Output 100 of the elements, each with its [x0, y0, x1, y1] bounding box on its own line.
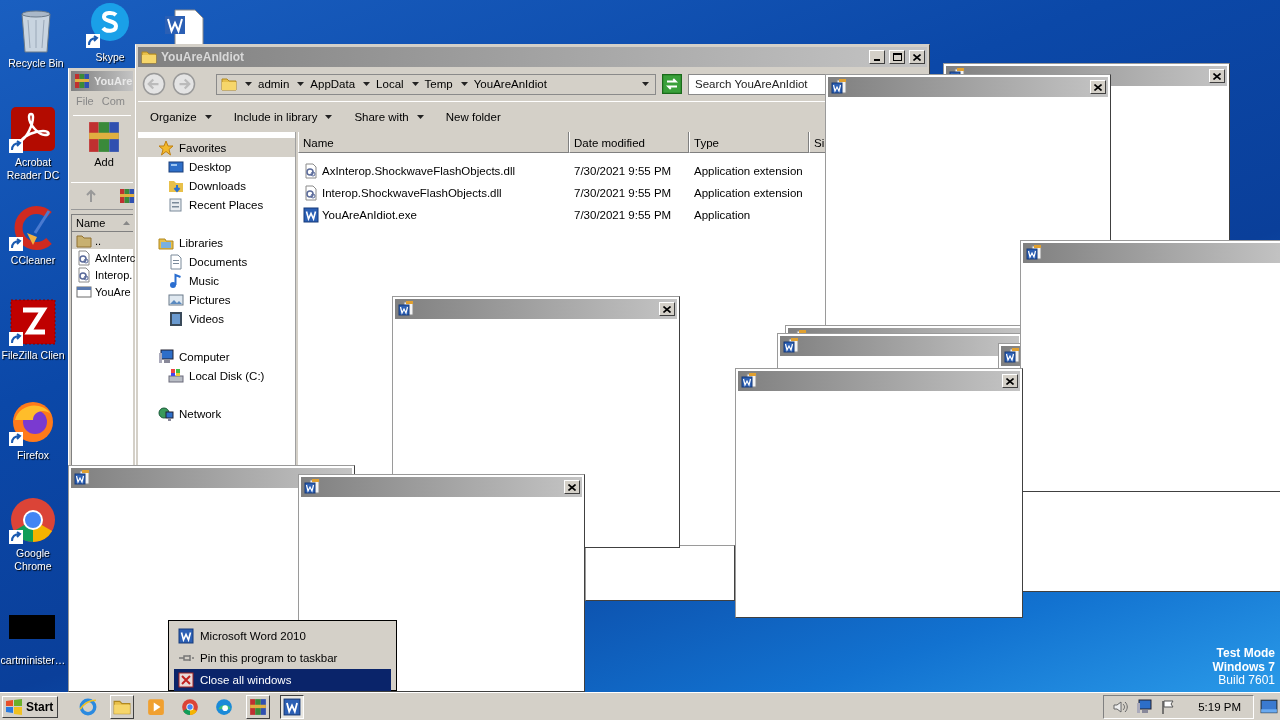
network-icon — [158, 405, 174, 422]
icon-label: Recycle Bin — [8, 57, 64, 70]
videos-icon — [168, 310, 184, 327]
nav-item[interactable]: Libraries — [138, 233, 295, 252]
close-button[interactable] — [659, 302, 675, 316]
close-button[interactable] — [564, 480, 580, 494]
folder-icon — [76, 232, 92, 249]
type-cell-text: Application extension — [693, 187, 804, 199]
word-icon — [831, 79, 847, 95]
network-icon — [1136, 698, 1153, 715]
menu-item[interactable]: Close all windows — [174, 669, 391, 691]
toolbar-button[interactable]: Include in library — [231, 111, 335, 123]
show-desktop-icon — [1260, 697, 1278, 716]
app-icon[interactable] — [9, 496, 57, 544]
add-button[interactable]: Add — [87, 120, 121, 168]
icon-label: Google Chrome — [13, 547, 53, 573]
nav-item[interactable]: Documents — [138, 252, 295, 271]
nav-item[interactable]: Music — [138, 271, 295, 290]
nav-item[interactable]: Videos — [138, 309, 295, 328]
nav-item[interactable]: Desktop — [138, 157, 295, 176]
archive-icon — [249, 697, 268, 716]
maximize-icon — [892, 53, 902, 61]
volume-icon — [1112, 698, 1129, 715]
column-header[interactable]: Date modified — [569, 132, 689, 153]
word-icon — [178, 628, 194, 644]
start-button[interactable]: Start — [2, 695, 59, 718]
word-icon — [783, 338, 799, 354]
close-icon — [663, 305, 671, 313]
icon-label: cartminister… — [0, 654, 66, 667]
breadcrumb[interactable]: Temp — [424, 78, 453, 90]
close-icon — [568, 483, 576, 491]
notice-text: Build 7601 — [1217, 674, 1275, 688]
winrar-icon — [87, 120, 121, 154]
toolbar-button[interactable]: Organize — [148, 111, 214, 123]
date-cell-text: 7/30/2021 9:55 PM — [573, 187, 673, 199]
icon-label: CCleaner — [10, 254, 56, 267]
type-cell-text: Application — [693, 209, 752, 221]
clock[interactable]: 5:19 PM — [1198, 700, 1241, 713]
winrar-icon — [74, 73, 90, 89]
chrome-icon — [181, 697, 200, 716]
toolbar-button[interactable]: Share with — [352, 111, 426, 123]
nav-item[interactable]: Computer — [138, 347, 295, 366]
dll-file-icon — [76, 249, 92, 266]
nav-item[interactable]: Pictures — [138, 290, 295, 309]
nav-item[interactable]: Downloads — [138, 176, 295, 195]
address-bar[interactable]: admin AppData Local Temp YouAreAnIdiot — [216, 73, 656, 95]
toolbar-button[interactable]: New folder — [443, 111, 503, 123]
back-icon — [142, 72, 166, 96]
file-row[interactable]: AxInterc — [72, 249, 133, 266]
minimize-button[interactable] — [869, 50, 885, 64]
browser-icon — [79, 697, 98, 716]
column-header[interactable]: Type — [689, 132, 809, 153]
application-icon — [76, 283, 92, 300]
forward-icon — [172, 72, 196, 96]
word-icon — [283, 697, 302, 716]
app-icon[interactable] — [9, 298, 57, 346]
close-button[interactable] — [1002, 374, 1018, 388]
start-icon — [5, 698, 23, 715]
caret-icon — [245, 82, 252, 86]
dll-file-icon — [303, 163, 319, 179]
breadcrumb[interactable]: Local — [376, 78, 404, 90]
nav-item[interactable]: Favorites — [138, 138, 295, 157]
word-icon — [304, 479, 320, 495]
close-button[interactable] — [1209, 69, 1225, 83]
maximize-button[interactable] — [889, 50, 905, 64]
taskbar-button[interactable] — [280, 694, 305, 719]
column-header[interactable]: Name — [298, 132, 569, 153]
file-name[interactable]: AxInterop.ShockwaveFlashObjects.dll — [322, 165, 516, 177]
browser-icon — [215, 697, 234, 716]
close-icon — [1006, 377, 1014, 385]
nav-item[interactable]: Local Disk (C:) — [138, 366, 295, 385]
app-icon[interactable] — [9, 105, 57, 153]
close-button[interactable] — [909, 50, 925, 64]
file-row[interactable]: YouAre — [72, 283, 133, 300]
file-name: Interop. — [95, 268, 133, 281]
close-button[interactable] — [1090, 80, 1106, 94]
caret-icon — [460, 82, 468, 86]
dll-file-icon — [76, 266, 92, 283]
breadcrumb[interactable]: admin — [258, 78, 290, 90]
caret-icon — [642, 82, 649, 86]
computer-icon — [158, 348, 174, 365]
file-name[interactable]: YouAreAnIdiot.exe — [322, 209, 417, 221]
folder-icon — [221, 76, 237, 92]
notice-text: Test Mode — [1215, 647, 1275, 661]
breadcrumb[interactable]: YouAreAnIdiot — [473, 78, 547, 90]
nav-item[interactable]: Recent Places — [138, 195, 295, 214]
file-name[interactable]: Interop.ShockwaveFlashObjects.dll — [322, 187, 502, 199]
file-row[interactable]: Interop. — [72, 266, 133, 283]
file-row[interactable]: .. — [72, 232, 133, 249]
music-icon — [168, 272, 184, 289]
desktop-icon — [168, 158, 184, 175]
recent-icon — [168, 196, 184, 213]
breadcrumb[interactable]: AppData — [310, 78, 356, 90]
file-name: AxInterc — [95, 251, 135, 264]
menu-item[interactable]: Pin this program to taskbar — [174, 647, 391, 669]
menu-item[interactable]: Microsoft Word 2010 — [174, 625, 391, 647]
close-icon — [178, 672, 194, 688]
nav-item[interactable]: Network — [138, 404, 295, 423]
close-icon — [913, 53, 921, 61]
disk-icon — [168, 367, 184, 384]
